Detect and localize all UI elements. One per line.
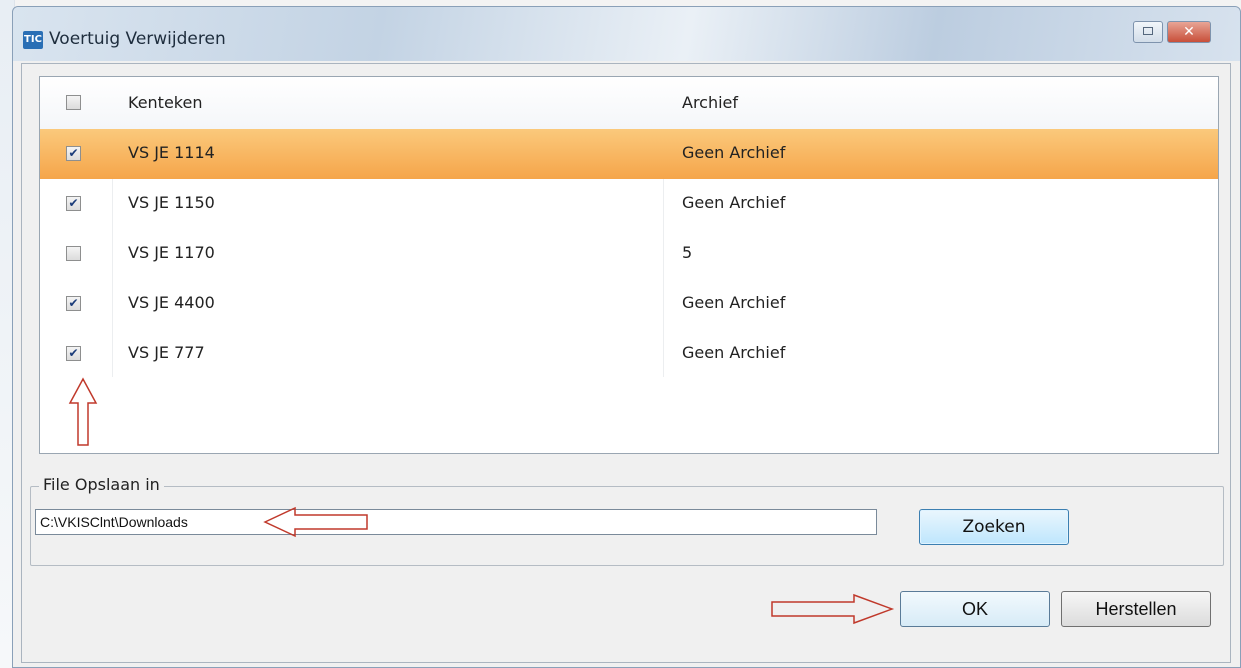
annotation-arrow-right <box>771 593 895 625</box>
ok-button[interactable]: OK <box>900 591 1050 627</box>
row-checkbox[interactable]: ✔ <box>66 296 81 311</box>
close-icon: ✕ <box>1183 24 1195 40</box>
cell-archief: Geen Archief <box>682 293 786 312</box>
cell-archief: Geen Archief <box>682 143 786 162</box>
reset-button[interactable]: Herstellen <box>1061 591 1211 627</box>
cell-kenteken: VS JE 777 <box>128 343 205 362</box>
dialog-content: Kenteken Archief ✔ VS JE 1114 Geen Archief… <box>21 63 1231 663</box>
restore-button[interactable] <box>1133 21 1163 43</box>
column-header-archief[interactable]: Archief <box>682 93 738 112</box>
table-row[interactable]: ✔ VS JE 1114 Geen Archief <box>40 129 1218 179</box>
cell-kenteken: VS JE 1170 <box>128 243 215 262</box>
title-bar[interactable]: TIC Voertuig Verwijderen ✕ <box>13 7 1240 61</box>
file-save-legend: File Opslaan in <box>39 475 164 494</box>
row-checkbox[interactable]: ✔ <box>66 146 81 161</box>
vehicle-grid: Kenteken Archief ✔ VS JE 1114 Geen Archief… <box>39 76 1219 454</box>
cell-kenteken: VS JE 1150 <box>128 193 215 212</box>
window-title: Voertuig Verwijderen <box>49 29 226 49</box>
cell-kenteken: VS JE 4400 <box>128 293 215 312</box>
app-icon: TIC <box>23 31 43 49</box>
grid-header: Kenteken Archief <box>40 77 1218 130</box>
cell-archief: 5 <box>682 243 693 262</box>
table-row[interactable]: VS JE 1170 5 <box>40 229 1218 279</box>
restore-icon <box>1143 27 1153 35</box>
file-save-group: File Opslaan in C:\VKISClnt\Downloads Zo… <box>30 475 1224 566</box>
dialog-window: TIC Voertuig Verwijderen ✕ Kenteken Arch… <box>12 6 1241 668</box>
select-all-checkbox[interactable] <box>66 95 81 110</box>
annotation-arrow-up <box>68 377 98 446</box>
table-row[interactable]: ✔ VS JE 4400 Geen Archief <box>40 279 1218 329</box>
annotation-arrow-left <box>263 506 368 538</box>
column-header-kenteken[interactable]: Kenteken <box>128 93 202 112</box>
row-checkbox[interactable]: ✔ <box>66 196 81 211</box>
cell-kenteken: VS JE 1114 <box>128 143 215 162</box>
browse-button[interactable]: Zoeken <box>919 509 1069 545</box>
close-button[interactable]: ✕ <box>1167 21 1211 43</box>
row-checkbox[interactable]: ✔ <box>66 346 81 361</box>
row-checkbox[interactable] <box>66 246 81 261</box>
save-path-input[interactable]: C:\VKISClnt\Downloads <box>35 509 877 535</box>
cell-archief: Geen Archief <box>682 343 786 362</box>
table-row[interactable]: ✔ VS JE 777 Geen Archief <box>40 329 1218 379</box>
cell-archief: Geen Archief <box>682 193 786 212</box>
table-row[interactable]: ✔ VS JE 1150 Geen Archief <box>40 179 1218 229</box>
